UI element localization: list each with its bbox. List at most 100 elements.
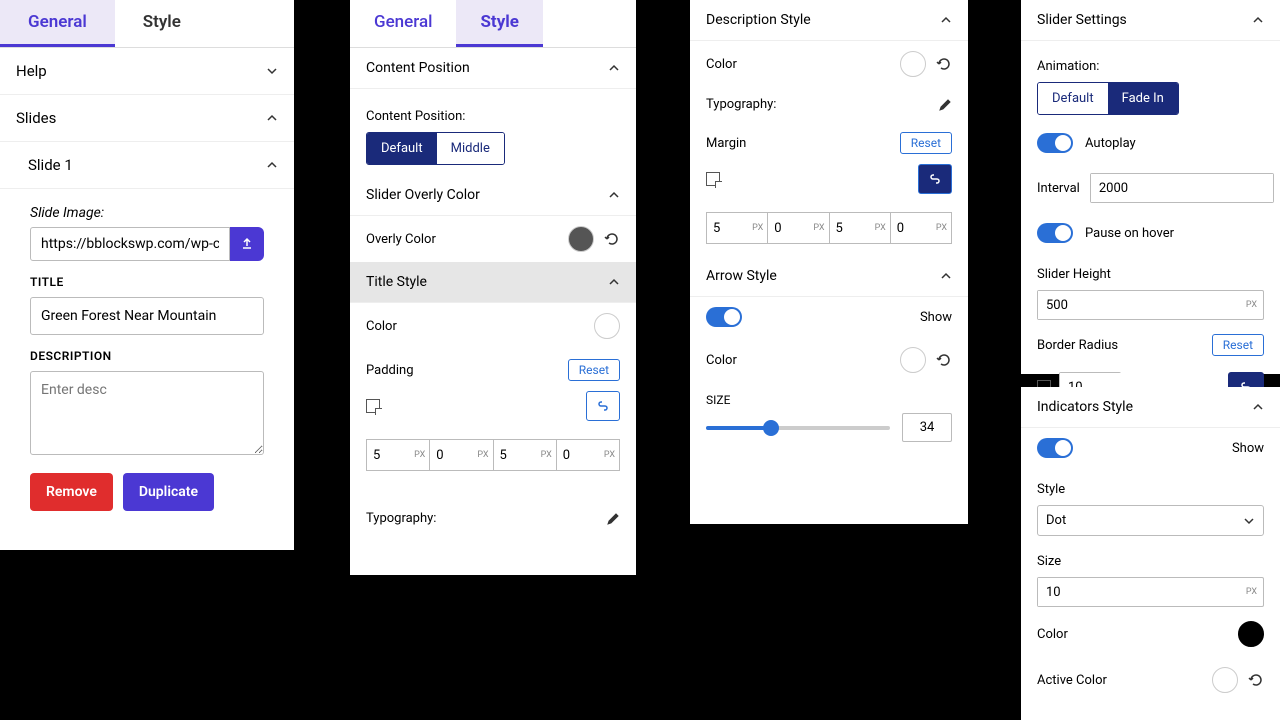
duplicate-button[interactable]: Duplicate — [123, 473, 214, 511]
padding-top[interactable] — [367, 448, 414, 463]
autoplay-toggle[interactable] — [1037, 133, 1073, 153]
section-slides[interactable]: Slides — [0, 95, 294, 142]
link-values-button[interactable] — [586, 391, 620, 421]
section-indicators-style[interactable]: Indicators Style — [1021, 387, 1280, 428]
color-swatch[interactable] — [900, 51, 926, 77]
typography-label: Typography: — [366, 511, 436, 526]
section-label: Slides — [16, 109, 56, 127]
chevron-up-icon — [1252, 401, 1264, 413]
seg-middle[interactable]: Middle — [437, 133, 504, 164]
section-label: Indicators Style — [1037, 399, 1133, 415]
show-label: Show — [920, 310, 952, 325]
arrow-color-row: Color — [690, 337, 968, 383]
arrow-toggle[interactable] — [706, 307, 742, 327]
style-label: Style — [1037, 482, 1264, 497]
unit-label: PX — [1246, 291, 1263, 319]
padding-left[interactable] — [557, 448, 604, 463]
unit-label: PX — [1246, 578, 1263, 606]
chevron-up-icon — [608, 276, 620, 288]
seg-fadein[interactable]: Fade In — [1108, 83, 1178, 114]
chevron-up-icon — [608, 62, 620, 74]
typography-row: Typography: — [690, 87, 968, 122]
pause-label: Pause on hover — [1085, 226, 1174, 241]
reset-button[interactable]: Reset — [1212, 334, 1264, 356]
padding-bottom[interactable] — [494, 448, 541, 463]
typography-label: Typography: — [706, 97, 776, 112]
size-input[interactable] — [902, 413, 952, 442]
height-input[interactable] — [1038, 291, 1246, 319]
section-slider-settings[interactable]: Slider Settings — [1021, 0, 1280, 41]
reset-icon[interactable] — [604, 231, 620, 247]
show-label: Show — [1232, 441, 1264, 456]
reset-icon[interactable] — [1248, 672, 1264, 688]
padding-right[interactable] — [430, 448, 477, 463]
padding-label: Padding — [366, 363, 414, 378]
tab-general[interactable]: General — [350, 0, 456, 47]
slide-form: Slide Image: TITLE DESCRIPTION Remove Du… — [0, 189, 294, 527]
content-position-segment: Default Middle — [366, 132, 505, 165]
margin-left[interactable] — [891, 221, 936, 236]
reset-button[interactable]: Reset — [568, 359, 620, 381]
reset-button[interactable]: Reset — [900, 132, 952, 154]
section-label: Arrow Style — [706, 268, 777, 284]
section-description-style[interactable]: Description Style — [690, 0, 968, 41]
padding-row: Padding Reset — [350, 349, 636, 391]
section-content-position[interactable]: Content Position — [350, 48, 636, 89]
pause-row: Pause on hover — [1021, 213, 1280, 253]
margin-bottom[interactable] — [830, 221, 875, 236]
tabs: General Style — [0, 0, 294, 48]
remove-button[interactable]: Remove — [30, 473, 113, 511]
margin-top[interactable] — [707, 221, 752, 236]
size-slider-row — [690, 407, 968, 458]
size-slider[interactable] — [706, 426, 890, 430]
indicators-toggle[interactable] — [1037, 438, 1073, 458]
section-label: Help — [16, 62, 47, 80]
section-help[interactable]: Help — [0, 48, 294, 95]
description-input[interactable] — [30, 371, 264, 455]
section-slide-1[interactable]: Slide 1 — [0, 142, 294, 189]
dimension-icon[interactable] — [706, 172, 720, 186]
dimension-icon[interactable] — [366, 399, 380, 413]
tab-general[interactable]: General — [0, 0, 115, 47]
section-arrow-style[interactable]: Arrow Style — [690, 256, 968, 297]
color-swatch[interactable] — [1238, 621, 1264, 647]
section-label: Description Style — [706, 12, 811, 28]
pause-toggle[interactable] — [1037, 223, 1073, 243]
chevron-up-icon — [940, 14, 952, 26]
general-panel: General Style Help Slides Slide 1 Slide … — [0, 0, 294, 550]
section-label: Slide 1 — [28, 156, 73, 174]
title-input[interactable] — [30, 297, 264, 335]
margin-row: Margin Reset — [690, 122, 968, 164]
chevron-up-icon — [266, 159, 278, 171]
section-overlay-color[interactable]: Slider Overly Color — [350, 175, 636, 216]
reset-icon[interactable] — [936, 352, 952, 368]
section-label: Content Position — [366, 60, 470, 76]
tab-style[interactable]: Style — [456, 0, 542, 47]
color-label: Color — [366, 319, 397, 334]
slide-image-input[interactable] — [30, 227, 230, 261]
description-label: DESCRIPTION — [30, 349, 264, 363]
section-title-style[interactable]: Title Style — [350, 262, 636, 303]
link-values-button[interactable] — [918, 164, 952, 194]
description-arrow-panel: Description Style Color Typography: Marg… — [690, 0, 968, 524]
pencil-icon[interactable] — [606, 512, 620, 526]
padding-inputs: PX PX PX PX — [366, 439, 620, 471]
interval-input[interactable] — [1091, 174, 1273, 202]
active-color-row: Active Color — [1021, 657, 1280, 703]
pencil-icon[interactable] — [938, 98, 952, 112]
margin-right[interactable] — [768, 221, 813, 236]
seg-default[interactable]: Default — [367, 133, 437, 164]
upload-button[interactable] — [230, 227, 264, 261]
color-swatch[interactable] — [594, 313, 620, 339]
margin-inputs: PX PX PX PX — [706, 212, 952, 244]
tab-style[interactable]: Style — [115, 0, 209, 47]
chevron-up-icon — [266, 112, 278, 124]
color-swatch[interactable] — [900, 347, 926, 373]
seg-default[interactable]: Default — [1038, 83, 1108, 114]
animation-segment: Default Fade In — [1037, 82, 1179, 115]
color-swatch[interactable] — [1212, 667, 1238, 693]
size-input[interactable] — [1038, 578, 1246, 606]
reset-icon[interactable] — [936, 56, 952, 72]
style-select[interactable]: Dot — [1037, 505, 1264, 536]
color-swatch[interactable] — [568, 226, 594, 252]
